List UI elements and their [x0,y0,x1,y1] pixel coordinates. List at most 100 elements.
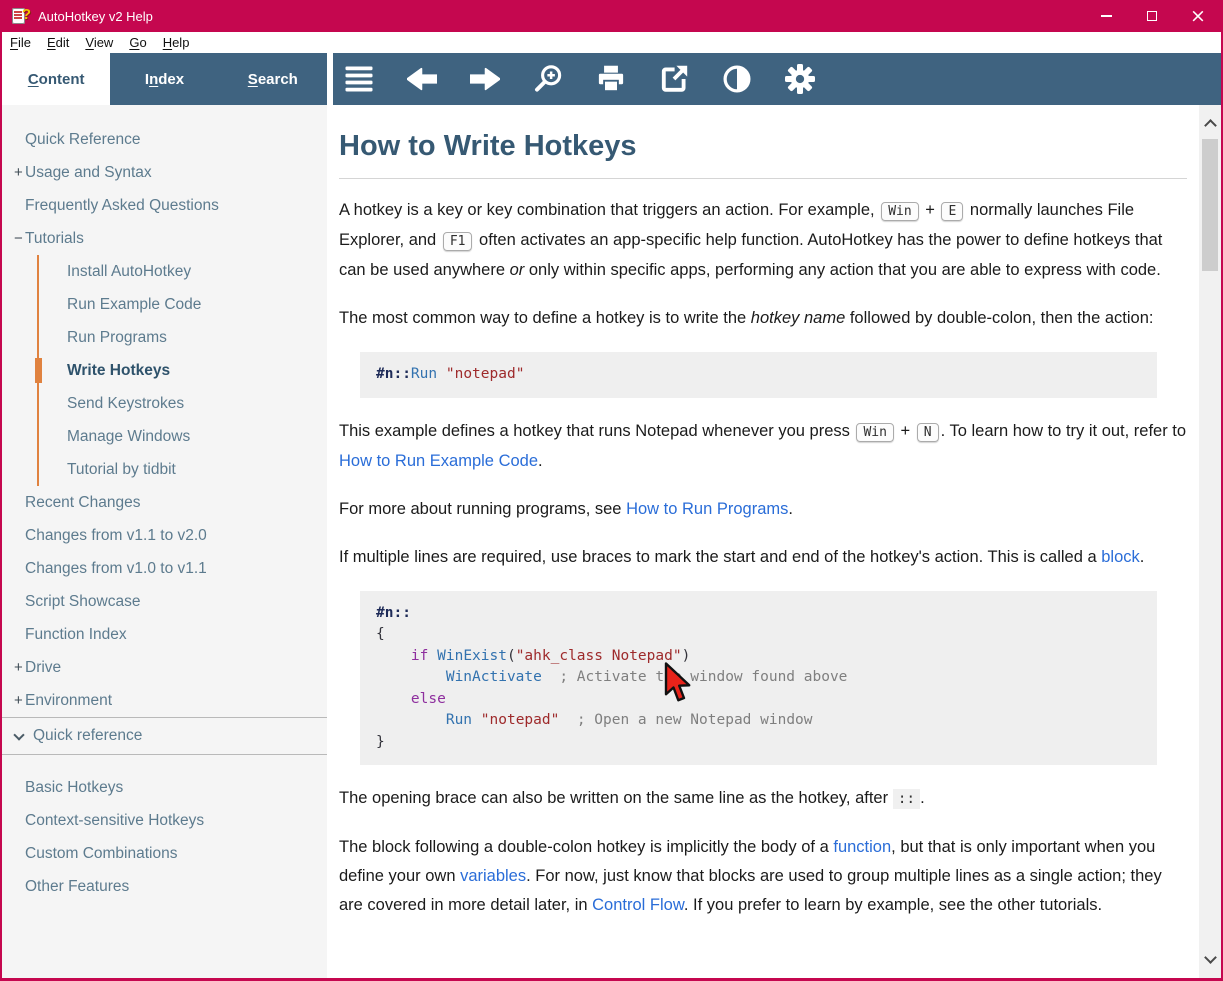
tab[interactable]: Search [219,53,327,105]
menu-bar: File Edit View Go Help [2,32,1221,53]
kbd-key: Win [856,423,893,442]
menu-item[interactable]: Go [121,35,154,50]
toc-item[interactable]: Tutorial by tidbit [39,453,327,486]
toc-item[interactable]: Frequently Asked Questions [2,189,327,222]
scroll-down-icon[interactable] [1204,951,1217,964]
forward-icon[interactable] [470,64,500,94]
toc-item[interactable]: Write Hotkeys [39,354,327,387]
content-link[interactable]: function [833,838,891,856]
paragraph-3: This example defines a hotkey that runs … [339,417,1187,476]
paragraph-1: A hotkey is a key or key combination tha… [339,196,1187,285]
toc-item[interactable]: Changes from v1.1 to v2.0 [2,519,327,552]
app-window: ? AutoHotkey v2 Help × File Edit View Go… [0,0,1223,981]
menu-item[interactable]: Edit [39,35,77,50]
open-in-browser-icon[interactable] [659,64,689,94]
tab[interactable]: Index [110,53,218,105]
menu-item[interactable]: Help [155,35,198,50]
toc-item-label: Custom Combinations [25,845,177,863]
text-run: . [1140,548,1145,566]
text-run: . [788,500,793,518]
toc-item[interactable]: Other Features [2,870,327,903]
menu-icon[interactable] [344,64,374,94]
zoom-in-icon[interactable] [533,64,563,94]
text-run: . If you prefer to learn by example, see… [684,896,1102,914]
toc-item[interactable]: Function Index [2,618,327,651]
toc-item-label: Recent Changes [25,494,140,512]
toc-item[interactable]: −Tutorials [2,222,327,255]
scroll-up-icon[interactable] [1204,119,1217,132]
toc-item[interactable]: Recent Changes [2,486,327,519]
kbd-key: E [941,202,963,221]
toc-item-label: Tutorial by tidbit [67,461,176,479]
toc-item[interactable]: Manage Windows [39,420,327,453]
content-link[interactable]: How to Run Example Code [339,452,538,470]
tutorials-children: Install AutoHotkey Run Example Code Run … [37,255,327,486]
expand-glyph: + [2,164,25,181]
toc-item[interactable]: Changes from v1.0 to v1.1 [2,552,327,585]
toc-item-label: Basic Hotkeys [25,779,123,797]
scrollbar-thumb[interactable] [1202,139,1218,271]
maximize-button[interactable] [1129,0,1175,32]
toc-item[interactable]: +Usage and Syntax [2,156,327,189]
tab[interactable]: Content [2,53,110,105]
toc-item[interactable]: Run Example Code [39,288,327,321]
settings-icon[interactable] [785,64,815,94]
title-bar: ? AutoHotkey v2 Help × [2,0,1221,32]
toc-item-label: Usage and Syntax [25,164,152,182]
text-run: This example defines a hotkey that runs … [339,422,854,440]
paragraph-2: The most common way to define a hotkey i… [339,304,1187,333]
toc-item[interactable]: Script Showcase [2,585,327,618]
text-run: . [920,789,925,807]
content-link[interactable]: block [1101,548,1140,566]
toc-item-label: Tutorials [25,230,84,248]
paragraph-5: If multiple lines are required, use brac… [339,543,1187,572]
text-run: . [538,452,543,470]
content-link[interactable]: Control Flow [592,896,684,914]
close-button[interactable]: × [1175,0,1221,32]
toc-item-label: Manage Windows [67,428,190,446]
toc-item-label: Function Index [25,626,127,644]
toc-item[interactable]: +Environment [2,684,327,717]
text-run: A hotkey is a key or key combination tha… [339,201,879,219]
contrast-icon[interactable] [722,64,752,94]
toc-item[interactable]: Install AutoHotkey [39,255,327,288]
code-line: #n::Run "notepad" [376,364,1141,386]
toc-item[interactable]: Run Programs [39,321,327,354]
toc-item[interactable]: Custom Combinations [2,837,327,870]
quick-reference-label: Quick reference [33,727,142,745]
toolbar [333,53,1221,105]
kbd-key: Win [881,202,918,221]
vertical-scrollbar[interactable] [1199,105,1221,978]
code-block-2: #n::{ if WinExist("ahk_class Notepad") W… [360,591,1157,766]
toc-item[interactable]: Send Keystrokes [39,387,327,420]
text-run: followed by double-colon, then the actio… [845,309,1153,327]
chevron-down-icon [13,729,24,740]
tab-label: Index [145,71,184,88]
tab-label: Content [28,71,85,88]
toc-item-label: Install AutoHotkey [67,263,191,281]
minimize-button[interactable] [1083,0,1129,32]
code-line: Run "notepad" ; Open a new Notepad windo… [376,710,1141,732]
quick-reference-section: Quick reference [2,717,327,755]
close-icon: × [1190,7,1206,26]
menu-item[interactable]: View [77,35,121,50]
toc-item[interactable]: Basic Hotkeys [2,771,327,804]
inline-code: :: [893,789,920,809]
toc-item-label: Run Example Code [67,296,201,314]
quick-reference-toggle[interactable]: Quick reference [2,718,327,754]
minimize-icon [1101,15,1112,17]
kbd-key: F1 [443,232,473,251]
toc-bottom-list: Recent Changes Changes from v1.1 to v2.0… [2,486,327,717]
content-link[interactable]: variables [460,867,526,885]
toc-item[interactable]: Context-sensitive Hotkeys [2,804,327,837]
print-icon[interactable] [596,64,626,94]
code-line: #n:: [376,603,1141,625]
back-icon[interactable] [407,64,437,94]
menu-item[interactable]: File [2,35,39,50]
expand-glyph: + [2,692,25,709]
text-run: only within specific apps, performing an… [524,261,1161,279]
toc-item[interactable]: +Drive [2,651,327,684]
toc-item[interactable]: Quick Reference [2,123,327,156]
content-link[interactable]: How to Run Programs [626,500,788,518]
page-title: How to Write Hotkeys [339,127,1187,165]
